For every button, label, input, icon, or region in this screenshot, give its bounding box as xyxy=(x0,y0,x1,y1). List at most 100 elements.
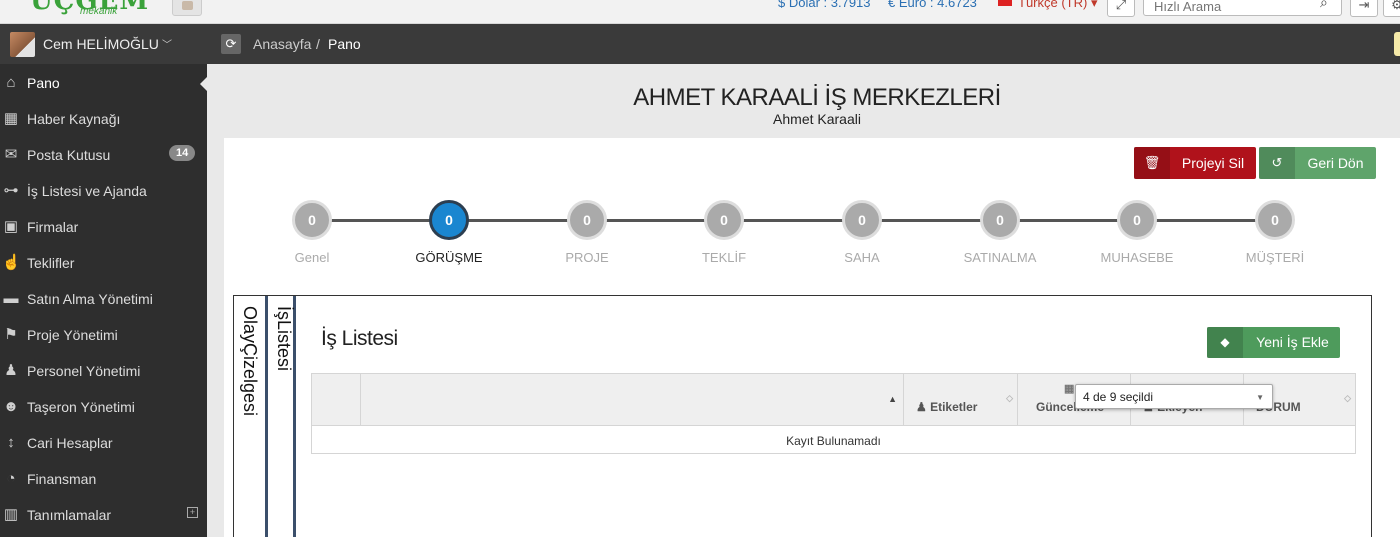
go-back-button[interactable]: ↺ Geri Dön xyxy=(1259,147,1376,179)
cube-icon: ◆ xyxy=(1207,327,1243,358)
sidebar-item-label: Finansman xyxy=(27,471,97,487)
chevron-down-icon: ﹀ xyxy=(162,40,172,51)
sidebar-item-haber-kaynagi[interactable]: ▦ Haber Kaynağı xyxy=(0,101,207,137)
sidebar-item-label: Satın Alma Yönetimi xyxy=(27,291,153,307)
step-proje[interactable]: 0 xyxy=(567,200,607,240)
sitemap-icon: ⊶ xyxy=(3,182,19,199)
sidebar-item-posta-kutusu[interactable]: ✉ Posta Kutusu 14 xyxy=(0,137,207,173)
grid-header-title[interactable]: ▲ xyxy=(361,374,904,425)
grid-header-select[interactable] xyxy=(312,374,361,425)
breadcrumb-home[interactable]: Anasayfa xyxy=(253,36,311,52)
tasklist-content: İş Listesi ◆ Yeni İş Ekle ▲ ♟ Etiketler … xyxy=(296,295,1372,537)
sidebar-item-firmalar[interactable]: ▣ Firmalar xyxy=(0,209,207,245)
grid-header-etiketler[interactable]: ♟ Etiketler ◇ xyxy=(904,374,1018,425)
sidebar-item-cari-hesaplar[interactable]: ↕ Cari Hesaplar xyxy=(0,425,207,461)
home-icon: ⌂ xyxy=(6,74,16,91)
column-select-dropdown[interactable]: 4 de 9 seçildi ▼ xyxy=(1075,384,1273,409)
unread-count-badge: 14 xyxy=(169,145,196,161)
column-select-value: 4 de 9 seçildi xyxy=(1083,390,1154,404)
step-label-gorusme: GÖRÜŞME xyxy=(415,250,483,265)
flag-icon: ⚑ xyxy=(4,326,18,343)
trash-icon: 🗑 xyxy=(1134,147,1170,179)
delete-project-label: Projeyi Sil xyxy=(1181,155,1245,171)
sidebar-item-pano[interactable]: ⌂ Pano xyxy=(0,65,208,101)
sort-numeric-icon: ↕ xyxy=(7,434,15,451)
euro-rate: € Euro : 4.6723 xyxy=(888,0,977,10)
turkey-flag-icon xyxy=(998,0,1012,6)
step-genel[interactable]: 0 xyxy=(292,200,332,240)
step-label-teklif: TEKLİF xyxy=(701,250,747,265)
language-select[interactable]: Türkçe (TR) ▾ xyxy=(1018,0,1097,11)
breadcrumb-separator: / xyxy=(316,36,320,52)
tasklist-title: İş Listesi xyxy=(321,327,398,350)
avatar xyxy=(10,32,35,57)
step-gorusme[interactable]: 0 xyxy=(429,200,469,240)
grid-empty-row: Kayıt Bulunamadı xyxy=(311,426,1356,454)
logo-subtitle: mekanik xyxy=(80,6,118,17)
sidebar-item-label: Tanımlamalar xyxy=(27,507,112,523)
step-saha[interactable]: 0 xyxy=(842,200,882,240)
sidebar-item-is-listesi[interactable]: ⊶ İş Listesi ve Ajanda xyxy=(0,173,207,209)
sidebar-item-teklifler[interactable]: ☝ Teklifler xyxy=(0,245,207,281)
sidebar-item-label: Personel Yönetimi xyxy=(27,363,141,379)
sidebar-item-taseron[interactable]: ☻ Taşeron Yönetimi xyxy=(0,389,207,425)
step-label-musteri: MÜŞTERİ xyxy=(1245,250,1305,265)
truck-icon: ▬ xyxy=(3,290,19,307)
bar-chart-icon: ▥ xyxy=(3,506,19,523)
person-icon: ♟ xyxy=(4,362,18,379)
step-satinalma[interactable]: 0 xyxy=(980,200,1020,240)
page-title: AHMET KARAALİ İŞ MERKEZLERİ xyxy=(633,84,1001,111)
settings-icon: ⚙ xyxy=(1391,0,1400,12)
briefcase-button[interactable] xyxy=(172,0,202,16)
column-label: ♟ Etiketler xyxy=(916,400,978,414)
envelope-icon: ✉ xyxy=(4,146,18,163)
user-menu[interactable]: Cem HELİMOĞLU ﹀ xyxy=(0,24,207,64)
sidebar-item-satin-alma[interactable]: ▬ Satın Alma Yönetimi xyxy=(0,281,207,317)
undo-icon: ↺ xyxy=(1259,147,1295,179)
users-icon: ☻ xyxy=(3,398,19,415)
sidebar-item-tanimlamalar[interactable]: ▥ Tanımlamalar + xyxy=(0,497,207,533)
sidebar-item-label: Teklifler xyxy=(27,255,75,271)
user-name: Cem HELİMOĞLU xyxy=(43,36,159,52)
dashboard-icon: ◔ xyxy=(6,470,16,487)
briefcase-icon: ▣ xyxy=(3,218,19,235)
refresh-icon: ⟳ xyxy=(225,36,237,51)
sidebar-item-personel[interactable]: ♟ Personel Yönetimi xyxy=(0,353,207,389)
search-icon[interactable]: ⌕ xyxy=(1320,0,1328,11)
sidebar-item-proje-yonetimi[interactable]: ⚑ Proje Yönetimi xyxy=(0,317,207,353)
fullscreen-button[interactable]: ⤢ xyxy=(1107,0,1135,17)
step-teklif[interactable]: 0 xyxy=(704,200,744,240)
sort-icon: ◇ xyxy=(1006,393,1013,403)
vertical-tabs: OlayÇizelgesi İşListesi xyxy=(233,295,296,537)
step-label-satinalma: SATINALMA xyxy=(963,250,1037,265)
settings-button[interactable]: ⚙ xyxy=(1383,0,1400,17)
tab-timeline-label: OlayÇizelgesi xyxy=(240,306,260,417)
delete-project-button[interactable]: 🗑 Projeyi Sil xyxy=(1134,147,1256,179)
sidebar-menu: ⌂ Pano ▦ Haber Kaynağı ✉ Posta Kutusu 14… xyxy=(0,65,208,533)
step-muhasebe[interactable]: 0 xyxy=(1117,200,1157,240)
quick-search-input[interactable] xyxy=(1143,0,1342,16)
sort-icon: ◇ xyxy=(1344,393,1351,403)
caret-down-icon: ▼ xyxy=(1256,393,1264,402)
step-label-proje: PROJE xyxy=(565,250,609,265)
sidebar-item-finansman[interactable]: ◔ Finansman xyxy=(0,461,207,497)
add-task-button[interactable]: ◆ Yeni İş Ekle xyxy=(1207,327,1340,358)
notification-tab[interactable] xyxy=(1394,32,1400,56)
dollar-rate: $ Dolar : 3.7913 xyxy=(778,0,871,10)
sidebar-item-label: Pano xyxy=(27,75,60,91)
top-bar: ÜÇGEM mekanik $ Dolar : 3.7913 € Euro : … xyxy=(0,0,1400,24)
logout-button[interactable]: ⇥ xyxy=(1350,0,1378,17)
step-label-muhasebe: MUHASEBE xyxy=(1100,250,1174,265)
step-musteri[interactable]: 0 xyxy=(1255,200,1295,240)
fullscreen-icon: ⤢ xyxy=(1115,0,1127,12)
tab-timeline[interactable]: OlayÇizelgesi xyxy=(234,296,265,537)
briefcase-icon xyxy=(182,1,193,10)
sort-asc-icon: ▲ xyxy=(888,394,897,404)
sidebar-item-label: Haber Kaynağı xyxy=(27,111,121,127)
tab-tasklist[interactable]: İşListesi xyxy=(265,296,296,537)
expand-plus-icon[interactable]: + xyxy=(187,507,198,518)
sidebar-item-label: Taşeron Yönetimi xyxy=(27,399,135,415)
sidebar: Cem HELİMOĞLU ﹀ ⌂ Pano ▦ Haber Kaynağı ✉… xyxy=(0,24,208,537)
refresh-button[interactable]: ⟳ xyxy=(221,34,241,54)
calendar-icon: ▦ xyxy=(1064,383,1075,395)
